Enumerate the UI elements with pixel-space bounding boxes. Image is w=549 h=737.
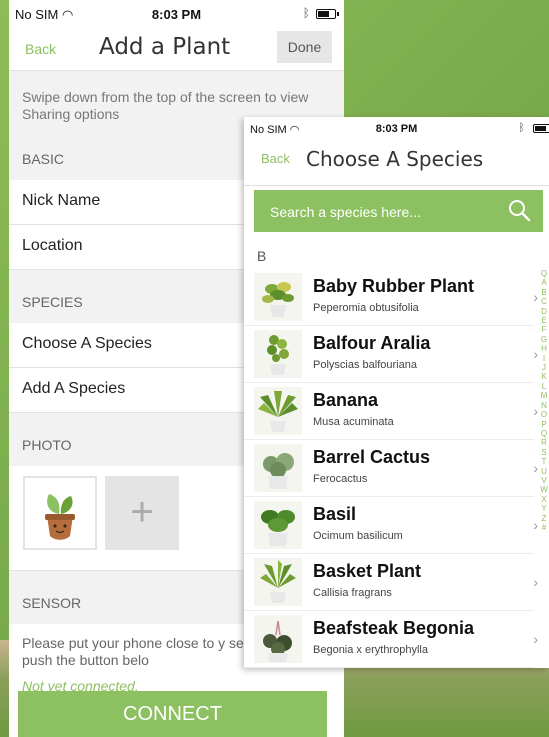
done-button[interactable]: Done xyxy=(277,31,332,63)
species-name: Beafsteak Begonia xyxy=(313,618,475,638)
chevron-right-icon: › xyxy=(533,631,538,647)
back-button[interactable]: Back xyxy=(25,41,56,57)
index-letter[interactable]: I xyxy=(539,354,549,363)
choose-species-screen: No SIM ◠ 8:03 PM ᛒ Back Choose A Species… xyxy=(244,117,549,668)
plant-thumbnail xyxy=(254,615,302,663)
index-letter[interactable]: E xyxy=(539,316,549,325)
chevron-right-icon: › xyxy=(533,574,538,590)
species-scientific-name: Musa acuminata xyxy=(313,416,394,428)
page-title: Add a Plant xyxy=(99,34,231,60)
index-letter[interactable]: F xyxy=(539,325,549,334)
list-item[interactable]: Basket Plant Callisia fragrans › xyxy=(244,554,538,611)
bluetooth-icon: ᛒ xyxy=(302,6,310,20)
index-letter[interactable]: L xyxy=(539,382,549,391)
plant-thumbnail xyxy=(254,330,302,378)
index-letter[interactable]: W xyxy=(539,485,549,494)
search-input[interactable]: Search a species here... xyxy=(270,204,421,220)
index-letter[interactable]: A xyxy=(539,278,549,287)
index-letter[interactable]: O xyxy=(539,410,549,419)
index-letter[interactable]: P xyxy=(539,420,549,429)
connect-button[interactable]: CONNECT xyxy=(18,691,327,737)
status-bar: No SIM ◠ 8:03 PM ᛒ xyxy=(9,0,344,30)
chevron-right-icon: › xyxy=(533,346,538,362)
species-name: Balfour Aralia xyxy=(313,333,431,353)
species-name: Banana xyxy=(313,390,379,410)
battery-icon xyxy=(533,124,549,133)
index-letter[interactable]: H xyxy=(539,344,549,353)
plant-thumbnail xyxy=(254,558,302,606)
species-scientific-name: Callisia fragrans xyxy=(313,587,392,599)
nav-bar: Back Choose A Species xyxy=(244,140,549,186)
plus-icon: + xyxy=(130,490,154,534)
index-letter[interactable]: U xyxy=(539,467,549,476)
back-button[interactable]: Back xyxy=(261,151,290,166)
nav-bar: Back Add a Plant Done xyxy=(9,30,344,70)
list-item[interactable]: Balfour Aralia Polyscias balfouriana › xyxy=(244,326,538,383)
index-letter[interactable]: T xyxy=(539,457,549,466)
plant-photo-thumbnail[interactable] xyxy=(23,476,97,550)
index-letter[interactable]: K xyxy=(539,372,549,381)
index-letter[interactable]: Y xyxy=(539,504,549,513)
species-scientific-name: Ferocactus xyxy=(313,473,368,485)
bluetooth-icon: ᛒ xyxy=(518,122,525,134)
alphabet-index[interactable]: Q A B C D E F G H I J K L M N O P Q R S T U V W X Y Z # xyxy=(539,269,549,532)
species-name: Basket Plant xyxy=(313,561,422,581)
list-item[interactable]: Beafsteak Begonia Begonia x erythrophyll… xyxy=(244,611,538,668)
section-letter: B xyxy=(257,248,267,264)
chevron-right-icon: › xyxy=(533,289,538,305)
list-item[interactable]: Baby Rubber Plant Peperomia obtusifolia … xyxy=(244,269,538,326)
clock: 8:03 PM xyxy=(375,123,418,135)
plant-thumbnail xyxy=(254,387,302,435)
species-name: Basil xyxy=(313,504,357,524)
species-scientific-name: Peperomia obtusifolia xyxy=(313,302,419,314)
chevron-right-icon: › xyxy=(533,403,538,419)
clock: 8:03 PM xyxy=(151,7,202,22)
species-scientific-name: Begonia x erythrophylla xyxy=(313,644,428,656)
list-item[interactable]: Banana Musa acuminata › xyxy=(244,383,538,440)
plant-thumbnail xyxy=(254,444,302,492)
index-letter[interactable]: Q xyxy=(539,429,549,438)
index-letter[interactable]: X xyxy=(539,495,549,504)
species-name: Baby Rubber Plant xyxy=(313,276,475,296)
chevron-right-icon: › xyxy=(533,517,538,533)
list-item[interactable]: Basil Ocimum basilicum › xyxy=(244,497,538,554)
index-letter[interactable]: J xyxy=(539,363,549,372)
index-letter[interactable]: R xyxy=(539,438,549,447)
plant-thumbnail xyxy=(254,273,302,321)
search-icon[interactable] xyxy=(507,198,531,222)
index-letter[interactable]: B xyxy=(539,288,549,297)
add-photo-button[interactable]: + xyxy=(105,476,179,550)
index-letter[interactable]: S xyxy=(539,448,549,457)
chevron-right-icon: › xyxy=(533,460,538,476)
index-letter[interactable]: N xyxy=(539,401,549,410)
page-title: Choose A Species xyxy=(306,147,484,171)
species-name: Barrel Cactus xyxy=(313,447,431,467)
index-letter[interactable]: G xyxy=(539,335,549,344)
index-letter[interactable]: Q xyxy=(539,269,549,278)
index-letter[interactable]: D xyxy=(539,307,549,316)
index-letter[interactable]: M xyxy=(539,391,549,400)
species-list: Baby Rubber Plant Peperomia obtusifolia … xyxy=(244,269,538,668)
battery-icon xyxy=(316,9,339,19)
list-item[interactable]: Barrel Cactus Ferocactus › xyxy=(244,440,538,497)
index-letter[interactable]: Z xyxy=(539,514,549,523)
species-scientific-name: Ocimum basilicum xyxy=(313,530,403,542)
species-search-bar[interactable]: Search a species here... xyxy=(254,190,543,232)
index-letter[interactable]: # xyxy=(539,523,549,532)
status-bar: No SIM ◠ 8:03 PM ᛒ xyxy=(244,117,549,140)
species-scientific-name: Polyscias balfouriana xyxy=(313,359,417,371)
plant-thumbnail xyxy=(254,501,302,549)
index-letter[interactable]: V xyxy=(539,476,549,485)
index-letter[interactable]: C xyxy=(539,297,549,306)
plant-pot-icon xyxy=(45,494,75,540)
